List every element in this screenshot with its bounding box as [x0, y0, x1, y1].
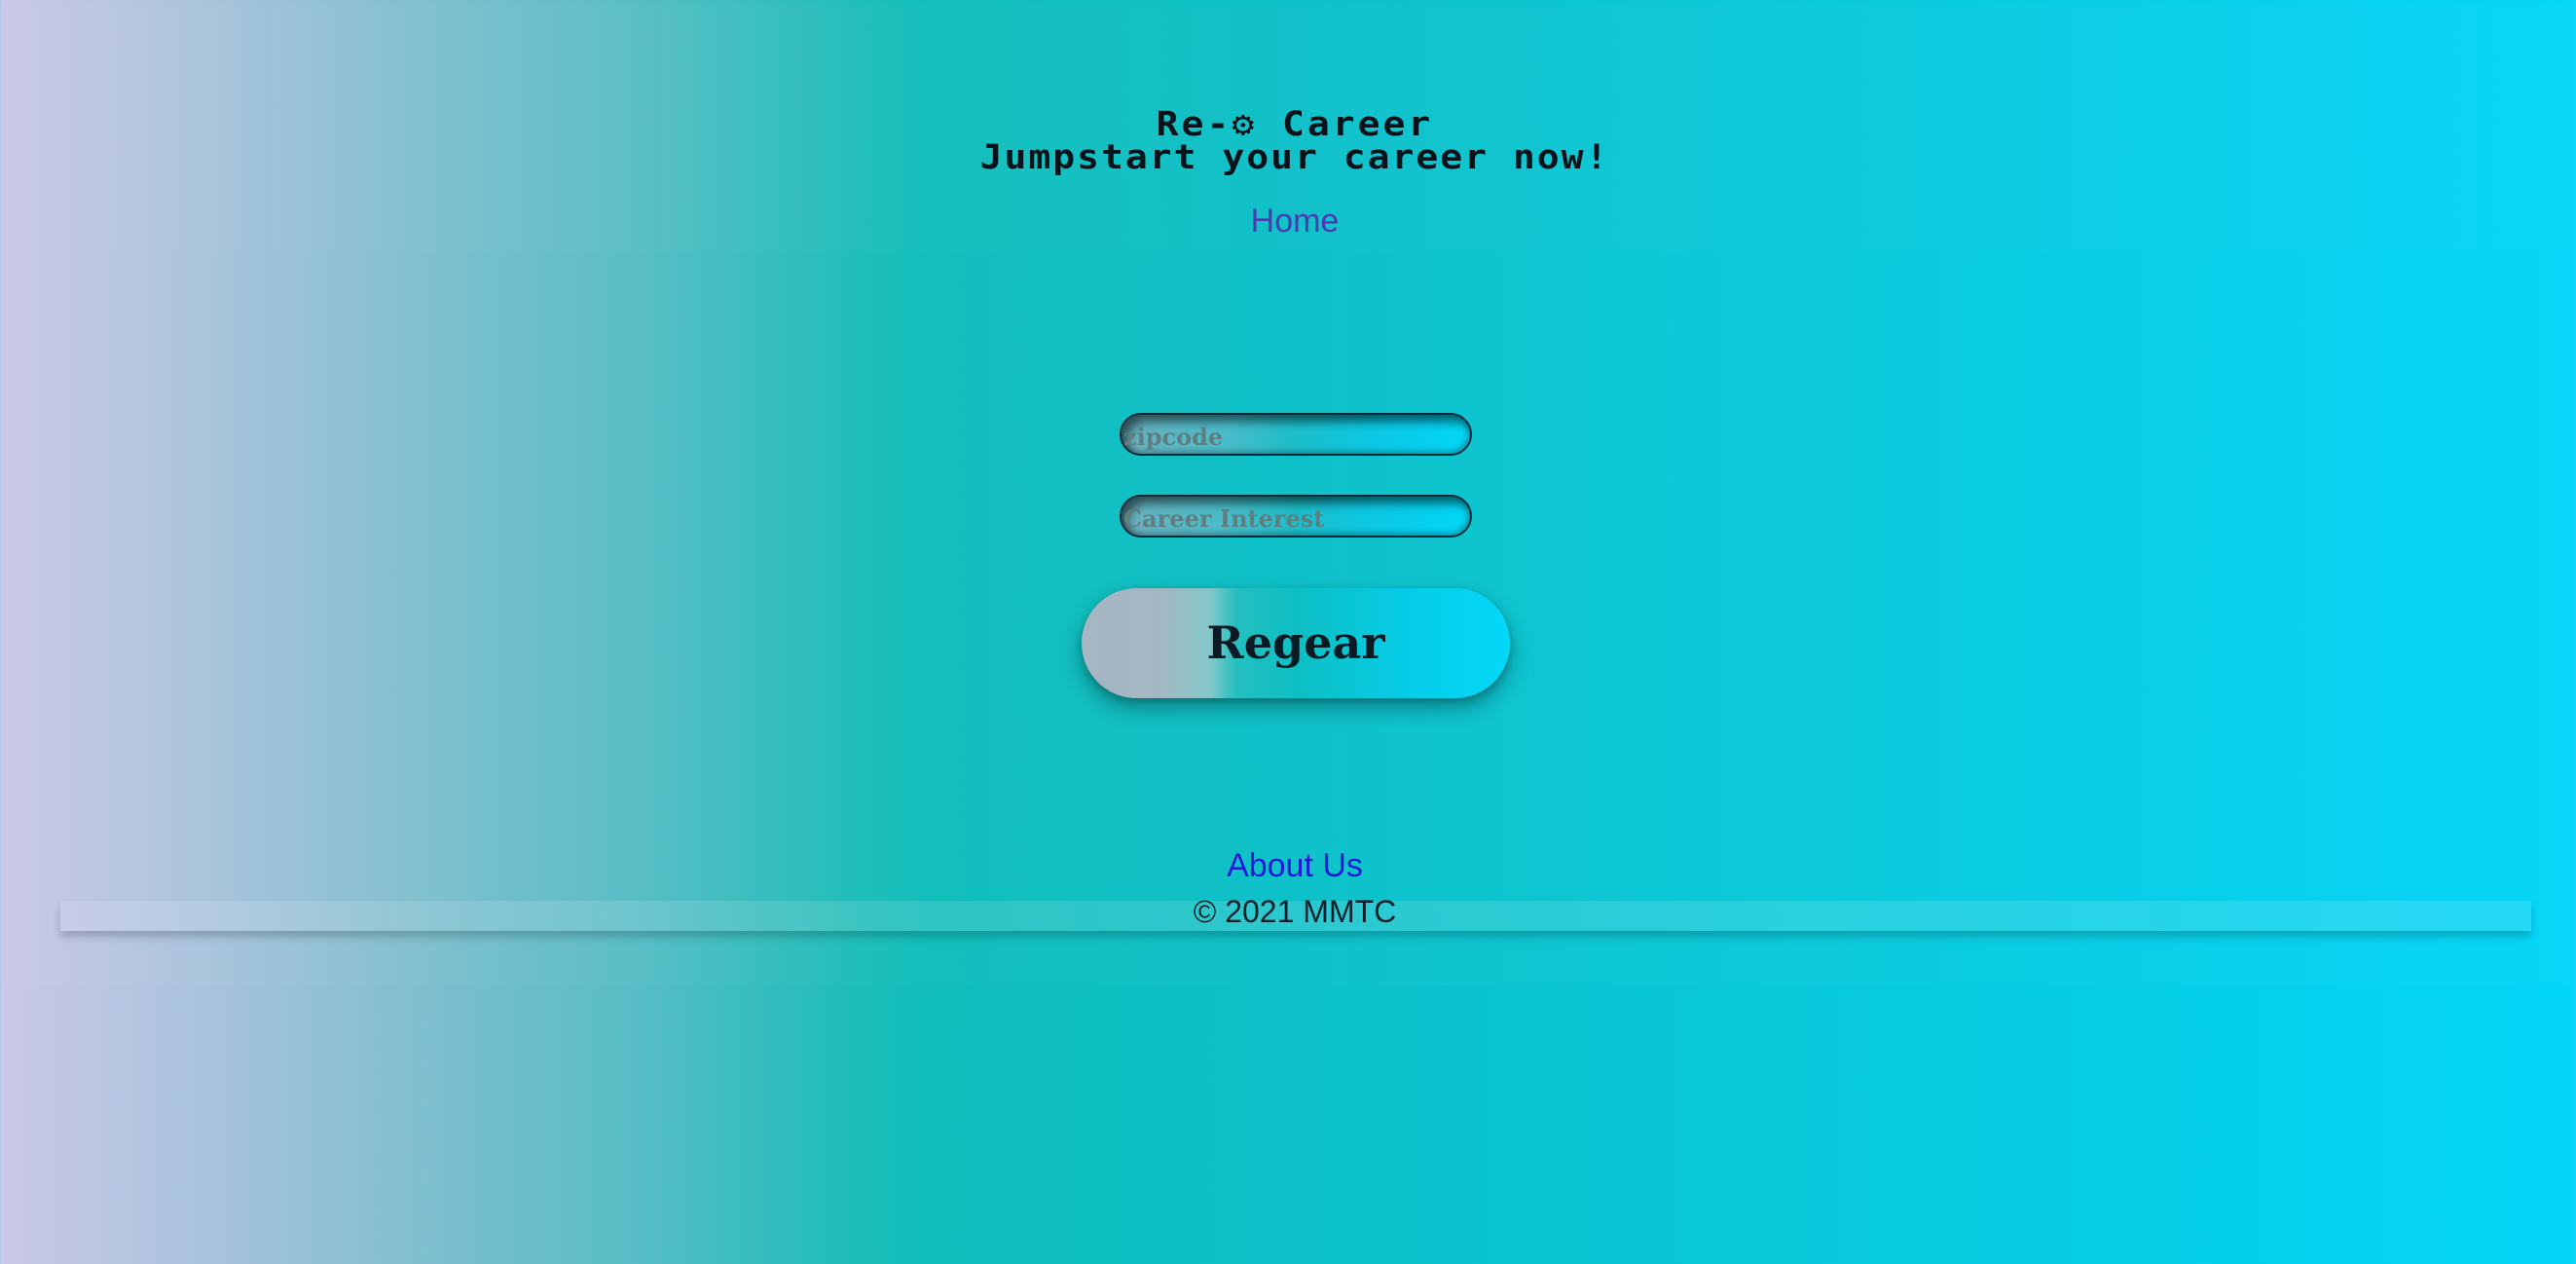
copyright-text: © 2021 MMTC	[1193, 894, 1397, 929]
job-search-form: zipcode Career Interest Regear	[0, 0, 2576, 1264]
zipcode-placeholder: zipcode	[1123, 423, 1224, 451]
career-interest-input[interactable]: Career Interest	[1120, 495, 1472, 538]
regear-button[interactable]: Regear	[1082, 588, 1510, 698]
zipcode-input[interactable]: zipcode	[1120, 413, 1472, 456]
about-us-link[interactable]: About Us	[0, 847, 2576, 885]
career-interest-placeholder: Career Interest	[1123, 504, 1325, 533]
